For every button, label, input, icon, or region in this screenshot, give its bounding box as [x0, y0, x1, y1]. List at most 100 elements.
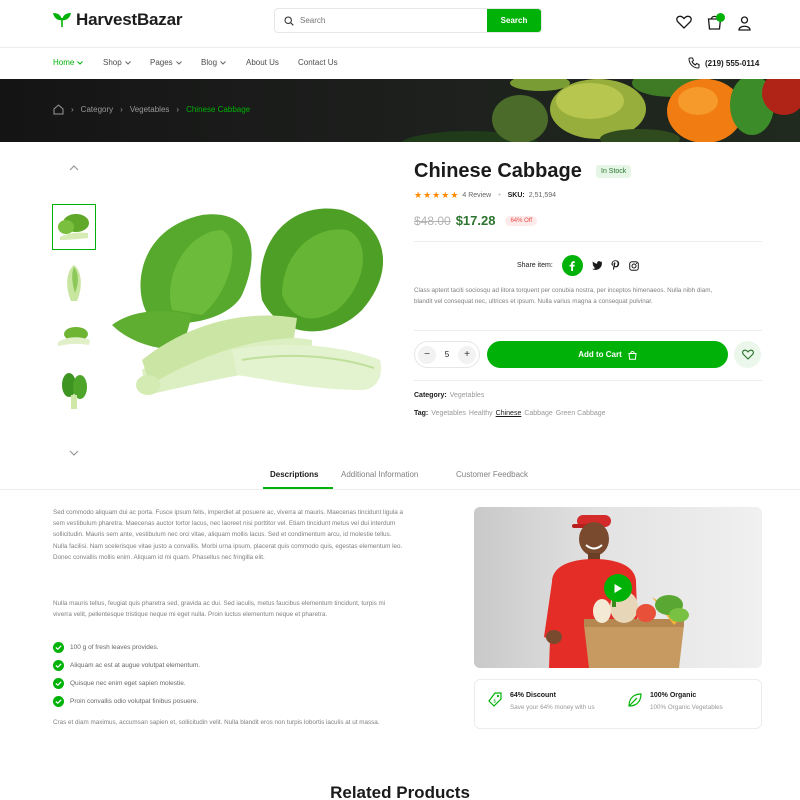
check-icon — [53, 678, 64, 689]
search-bar: Search — [274, 8, 542, 33]
leaf-icon — [628, 693, 642, 707]
check-icon — [53, 642, 64, 653]
nav-item-blog[interactable]: Blog — [201, 58, 226, 67]
breadcrumb-banner: › Category › Vegetables › Chinese Cabbag… — [0, 79, 800, 142]
nav-label: Home — [53, 58, 75, 67]
add-to-cart-label: Add to Cart — [578, 350, 622, 359]
chevron-down-icon — [220, 60, 226, 65]
product-main-image — [112, 208, 384, 395]
breadcrumb: › Category › Vegetables › Chinese Cabbag… — [53, 104, 250, 115]
star-icon: ★ — [423, 190, 432, 200]
play-icon — [614, 583, 622, 593]
cabbage-thumbnail-image — [58, 327, 90, 346]
heart-icon — [741, 349, 754, 360]
price-tag-icon: $ — [488, 692, 502, 707]
feature-title: 100% Organic — [650, 692, 697, 699]
tag-label: Tag: — [414, 410, 429, 417]
feature-item: 100% Organic 100% Organic Vegetables — [627, 692, 723, 711]
cabbage-thumbnail-image — [67, 265, 81, 301]
tab-descriptions[interactable]: Descriptions — [270, 470, 318, 479]
shopping-bag-icon — [628, 350, 637, 360]
add-to-wishlist-button[interactable] — [734, 341, 761, 368]
feature-bullet: Proin convallis odio volutpat finibus po… — [53, 696, 198, 707]
feature-title: 64% Discount — [510, 692, 556, 699]
tag-link[interactable]: Chinese — [496, 410, 522, 417]
product-title: Chinese Cabbage — [414, 160, 582, 182]
nav-label: Contact Us — [298, 58, 338, 67]
tab-customer-feedback[interactable]: Customer Feedback — [456, 470, 528, 479]
gallery-thumbnail[interactable] — [52, 368, 96, 414]
cabbage-thumbnail-image — [58, 214, 89, 240]
tag-link[interactable]: Cabbage — [524, 410, 552, 417]
nav-label: Shop — [103, 58, 122, 67]
star-icon: ★ — [450, 190, 459, 200]
logo[interactable]: HarvestBazar — [52, 10, 182, 30]
description-paragraph: Sed commodo aliquam dui ac porta. Fusce … — [53, 509, 403, 561]
leaf-logo-icon — [53, 13, 71, 28]
twitter-icon[interactable] — [591, 261, 602, 270]
chevron-right-icon: › — [176, 105, 180, 114]
tag-link[interactable]: Healthy — [469, 410, 493, 417]
cart-count-badge — [716, 13, 725, 22]
tab-additional-information[interactable]: Additional Information — [341, 470, 418, 479]
nav-item-home[interactable]: Home — [53, 58, 84, 67]
nav-item-shop[interactable]: Shop — [103, 58, 131, 67]
breadcrumb-item[interactable]: Vegetables — [130, 105, 170, 114]
divider — [414, 380, 762, 381]
tag-link[interactable]: Green Cabbage — [556, 410, 606, 417]
increase-quantity-button[interactable]: + — [457, 345, 476, 364]
category-label: Category: — [414, 392, 447, 399]
play-video-button[interactable] — [604, 574, 632, 602]
decrease-quantity-button[interactable]: − — [418, 345, 436, 364]
gallery-thumbnail[interactable] — [52, 260, 96, 306]
divider — [0, 489, 800, 490]
feature-subtitle: Save your 64% money with us — [510, 704, 595, 711]
tag-link[interactable]: Vegetables — [431, 410, 466, 417]
user-icon[interactable] — [738, 16, 751, 31]
new-price: $17.28 — [455, 213, 496, 228]
nav-item-contact[interactable]: Contact Us — [298, 58, 338, 67]
separator-dot: • — [498, 192, 501, 199]
feature-subtitle: 100% Organic Vegetables — [650, 704, 723, 711]
quantity-value[interactable]: 5 — [445, 350, 449, 359]
home-icon[interactable] — [53, 104, 64, 115]
star-icon: ★ — [432, 190, 441, 200]
feature-item: $ 64% Discount Save your 64% money with … — [487, 692, 595, 711]
nav-item-pages[interactable]: Pages — [150, 58, 182, 67]
phone-contact[interactable]: (219) 555-0114 — [688, 57, 759, 69]
chevron-right-icon: › — [120, 105, 123, 114]
search-button[interactable]: Search — [487, 9, 541, 32]
related-products-heading: Related Products — [330, 783, 470, 800]
review-count[interactable]: 4 Review — [462, 192, 491, 199]
heart-icon[interactable] — [676, 15, 692, 29]
feature-bullet: Aliquam ac est at augue volutpat element… — [53, 660, 200, 671]
instagram-icon[interactable] — [628, 260, 639, 271]
phone-icon — [688, 57, 700, 69]
product-short-description: Class aptent taciti sociosqu ad litora t… — [414, 287, 713, 305]
cabbage-thumbnail-image — [62, 373, 87, 409]
chevron-down-icon — [175, 60, 182, 65]
facebook-icon[interactable] — [561, 255, 583, 276]
add-to-cart-button[interactable]: Add to Cart — [487, 341, 728, 368]
feature-bullet: Quisque nec enim eget sapien molestie. — [53, 678, 186, 689]
divider — [414, 330, 762, 331]
svg-text:$: $ — [494, 699, 497, 704]
chevron-right-icon: › — [71, 105, 74, 114]
nav-label: Blog — [201, 58, 218, 67]
chevron-down-icon[interactable] — [69, 450, 79, 457]
category-value[interactable]: Vegetables — [450, 392, 485, 399]
gallery-thumbnail[interactable] — [52, 313, 96, 359]
main-nav: Home Shop Pages Blog About Us Contact Us… — [0, 47, 800, 77]
bullet-text: 100 g of fresh leaves provides. — [70, 644, 159, 651]
breadcrumb-item[interactable]: Category — [81, 105, 113, 114]
star-icon: ★ — [414, 190, 423, 200]
breadcrumb-current: Chinese Cabbage — [186, 105, 251, 114]
search-input[interactable] — [300, 16, 490, 25]
pinterest-icon[interactable] — [611, 260, 620, 271]
gallery-thumbnail[interactable] — [52, 204, 96, 250]
product-tags: Tag: Vegetables Healthy Chinese Cabbage Green… — [414, 410, 606, 417]
nav-item-about[interactable]: About Us — [246, 58, 279, 67]
nav-label: Pages — [150, 58, 173, 67]
check-icon — [53, 660, 64, 671]
chevron-up-icon[interactable] — [69, 164, 79, 171]
